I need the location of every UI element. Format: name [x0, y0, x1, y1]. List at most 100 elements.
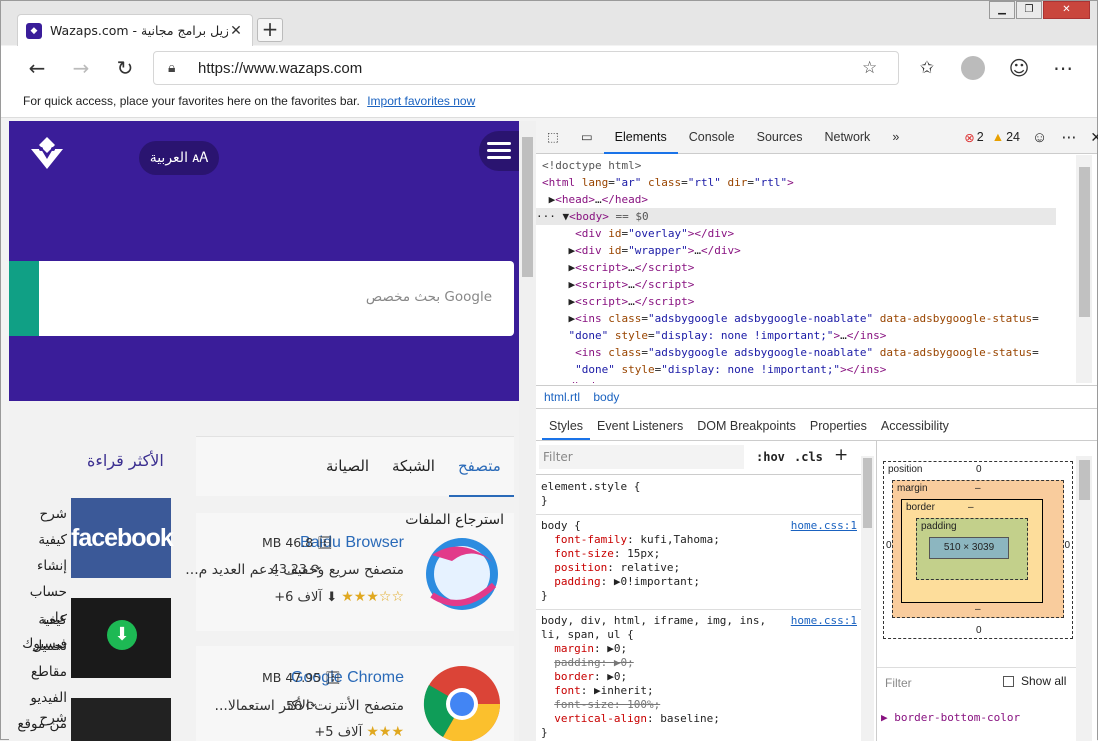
tab-properties[interactable]: Properties [803, 411, 874, 440]
site-logo-icon[interactable] [27, 135, 67, 171]
forward-arrow-icon[interactable]: → [65, 52, 97, 84]
back-arrow-icon[interactable]: ← [21, 52, 53, 84]
app-card[interactable]: استرجاع الملفات Baidu Browser MB 46.8 🗄 … [185, 512, 514, 631]
box-margin: margin – – border – padding 510 × 3039 [892, 480, 1064, 618]
tab-network[interactable]: Network [813, 121, 881, 154]
chrome-icon [423, 666, 501, 741]
new-rule-icon[interactable]: + [834, 445, 848, 465]
computed-property[interactable]: ▶ border-bottom-color [881, 711, 1020, 724]
downloads-count: +6 آلاف [274, 590, 323, 605]
warning-count: 24 [1006, 130, 1020, 144]
breadcrumb-body[interactable]: body [593, 390, 619, 404]
lock-icon: 🔒︎ [168, 60, 176, 76]
baidu-browser-icon [426, 538, 498, 610]
site-header: العربية 🗚 Google بحث مخصص [9, 121, 519, 401]
address-bar[interactable]: 🔒︎ https://www.wazaps.com ☆ [153, 51, 899, 85]
profile-avatar[interactable] [957, 52, 989, 84]
download-icon: ⬇ [326, 590, 338, 605]
computed-filter-input[interactable]: Filter [885, 676, 912, 690]
close-window-icon[interactable]: ✕ [1043, 1, 1090, 19]
box-model-scrollbar[interactable] [1076, 456, 1092, 741]
device-emulation-icon[interactable]: ▭ [570, 121, 604, 154]
new-tab-button[interactable]: + [257, 18, 283, 42]
most-read-heading: الأكثر قراءة [87, 451, 164, 470]
video-thumbnail[interactable]: ⬇ [71, 598, 171, 678]
favorites-hint: For quick access, place your favorites h… [23, 94, 360, 108]
tab-network[interactable]: الشبكة [392, 457, 435, 475]
box-border: border – padding 510 × 3039 [901, 499, 1043, 603]
tab-elements[interactable]: Elements [603, 121, 678, 154]
import-favorites-link[interactable]: Import favorites now [367, 94, 475, 108]
hamburger-menu-icon[interactable] [479, 131, 519, 171]
devtools-menu-icon[interactable]: ⋯ [1061, 128, 1076, 146]
language-button[interactable]: العربية 🗚 [139, 141, 219, 175]
page-scrollbar[interactable] [519, 121, 536, 741]
favorites-list-icon[interactable]: ✩ [911, 52, 943, 84]
category-tabs: الصيانة الشبكة متصفح [196, 436, 514, 497]
web-page: العربية 🗚 Google بحث مخصص الصيانة الشبكة… [9, 121, 519, 741]
close-tab-icon[interactable]: ✕ [228, 23, 244, 39]
show-all-checkbox[interactable] [1003, 676, 1014, 687]
downloads-count: +5 آلاف [314, 725, 363, 740]
style-rules[interactable]: element.style {} body {home.css:1 font-f… [536, 476, 861, 741]
favorites-bar: For quick access, place your favorites h… [1, 90, 1097, 118]
app-version: 56 ⟳ [286, 698, 317, 713]
emoji-feedback-icon[interactable]: ☺ [1003, 52, 1035, 84]
dom-tree[interactable]: <!doctype html> <html lang="ar" class="r… [536, 155, 1076, 383]
box-position: position 0 0 0 0 margin – – border – pad… [883, 461, 1073, 639]
more-tabs-icon[interactable]: » [881, 121, 910, 154]
star-rating-icon: ★★★☆☆ [341, 589, 404, 605]
browser-window: ◆ Wazaps.com - تنزيل برامج مجانية ✕ + ▁ … [0, 0, 1098, 741]
more-menu-icon[interactable]: ⋯ [1047, 52, 1079, 84]
side-article-title[interactable]: شرح [11, 705, 67, 731]
tab-event-listeners[interactable]: Event Listeners [590, 411, 690, 440]
styles-filter-input[interactable]: Filter [539, 445, 744, 469]
app-size: MB 47.95 🗄 [262, 670, 341, 685]
error-icon[interactable]: ⊗ [964, 130, 974, 145]
app-version: 43.23 ⟳ [271, 561, 322, 576]
hov-toggle[interactable]: :hov [756, 450, 785, 464]
box-padding: padding 510 × 3039 [916, 518, 1028, 580]
tab-dom-breakpoints[interactable]: DOM Breakpoints [690, 411, 803, 440]
inspect-element-icon[interactable]: ⬚ [536, 121, 570, 154]
warning-icon[interactable]: ▲ [992, 130, 1004, 144]
refresh-icon[interactable]: ↻ [109, 52, 141, 84]
cls-toggle[interactable]: .cls [794, 450, 823, 464]
search-input[interactable]: Google بحث مخصص [366, 289, 492, 305]
error-count: 2 [976, 130, 984, 144]
breadcrumb: html.rtl body [536, 385, 1097, 409]
maximize-icon[interactable]: ❐ [1016, 1, 1042, 19]
breadcrumb-html[interactable]: html.rtl [544, 390, 580, 404]
active-tab-indicator [449, 495, 514, 497]
article-thumbnail[interactable] [71, 698, 171, 741]
styles-scrollbar[interactable] [861, 456, 874, 741]
minimize-icon[interactable]: ▁ [989, 1, 1015, 19]
browser-tab[interactable]: ◆ Wazaps.com - تنزيل برامج مجانية ✕ [17, 14, 253, 46]
url-text[interactable]: https://www.wazaps.com [188, 60, 862, 77]
tab-maintenance[interactable]: الصيانة [326, 457, 369, 475]
show-all-label: Show all [1021, 674, 1067, 688]
dom-tree-scrollbar[interactable] [1076, 155, 1092, 383]
tab-browser[interactable]: متصفح [458, 457, 501, 475]
tab-sources[interactable]: Sources [746, 121, 814, 154]
favorite-star-icon[interactable]: ☆ [862, 58, 898, 78]
computed-filter-bar: Filter Show all [877, 667, 1077, 697]
language-label: العربية [149, 150, 188, 166]
styles-filter-bar: Filter :hov .cls + [536, 441, 866, 475]
tab-title: Wazaps.com - تنزيل برامج مجانية [50, 23, 228, 38]
devtools-panel: ⬚ ▭ Elements Console Sources Network » ⊗… [536, 121, 1098, 741]
translate-icon: 🗚 [192, 150, 209, 166]
app-card[interactable]: Google Chrome MB 47.95 🗄 متصفح الأنترنت … [196, 646, 514, 741]
tab-accessibility[interactable]: Accessibility [874, 411, 956, 440]
search-button[interactable] [9, 261, 39, 336]
app-rating: +6 آلاف ⬇ ★★★☆☆ [274, 589, 404, 605]
styles-pane-tabs: Styles Event Listeners DOM Breakpoints P… [536, 411, 1097, 441]
tab-styles[interactable]: Styles [542, 411, 591, 440]
box-content-size: 510 × 3039 [929, 537, 1009, 559]
search-box[interactable]: Google بحث مخصص [9, 261, 514, 336]
section-title: استرجاع الملفات [405, 512, 504, 528]
facebook-thumbnail[interactable]: facebook [71, 498, 174, 578]
close-devtools-icon[interactable]: ✕ [1090, 129, 1098, 146]
tab-console[interactable]: Console [678, 121, 746, 154]
feedback-icon[interactable]: ☺ [1032, 129, 1047, 146]
